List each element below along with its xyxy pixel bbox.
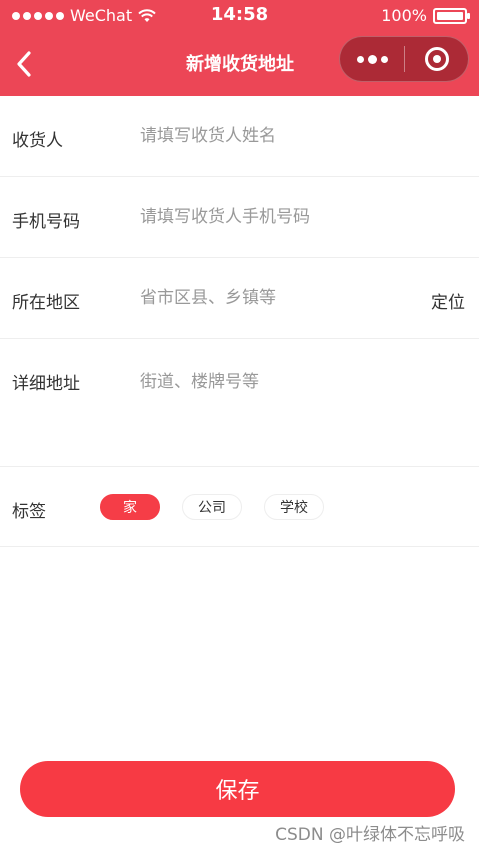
address-form: 收货人 手机号码 所在地区 定位 详细地址 标签 家 公司 学校: [0, 96, 479, 547]
page-title: 新增收货地址: [186, 54, 294, 75]
page: WeChat 14:58 100% 新增收货地址 收货人 请填写收货人姓名 手机…: [0, 0, 479, 849]
receiver-input[interactable]: [140, 124, 410, 148]
receiver-row: 收货人: [0, 96, 479, 177]
save-button[interactable]: 保存: [20, 761, 455, 817]
tag-home[interactable]: 家: [100, 494, 160, 520]
status-right: 100%: [381, 6, 470, 25]
chevron-left-icon: [17, 51, 31, 77]
tags-row: 标签 家 公司 学校: [0, 467, 479, 547]
more-dots-icon: [356, 55, 364, 63]
battery-percent: 100%: [381, 6, 427, 25]
status-bar: WeChat 14:58 100%: [0, 0, 479, 32]
watermark: CSDN @叶绿体不忘呼吸: [275, 825, 465, 845]
tag-group: 家 公司 学校: [100, 494, 324, 520]
tag-company[interactable]: 公司: [182, 494, 242, 520]
detail-row: 详细地址: [0, 339, 479, 467]
region-input[interactable]: [140, 286, 410, 310]
phone-input[interactable]: [140, 205, 410, 229]
region-row: 所在地区 定位: [0, 258, 479, 339]
region-label: 所在地区: [12, 293, 80, 313]
detail-input[interactable]: [140, 367, 460, 447]
battery-icon: [433, 7, 470, 24]
back-button[interactable]: [10, 48, 38, 80]
receiver-label: 收货人: [12, 131, 63, 151]
phone-label: 手机号码: [12, 212, 80, 232]
phone-row: 手机号码: [0, 177, 479, 258]
nav-bar: 新增收货地址: [0, 32, 479, 96]
tag-school[interactable]: 学校: [264, 494, 324, 520]
battery-fill: [437, 11, 463, 20]
more-button[interactable]: [340, 37, 404, 81]
header: WeChat 14:58 100% 新增收货地址: [0, 0, 479, 96]
detail-label: 详细地址: [12, 374, 80, 394]
close-miniprogram-button[interactable]: [405, 37, 468, 81]
menu-capsule: [339, 36, 469, 82]
tags-label: 标签: [12, 502, 46, 522]
target-ring-icon: [424, 47, 449, 71]
locate-button[interactable]: 定位: [431, 288, 465, 313]
